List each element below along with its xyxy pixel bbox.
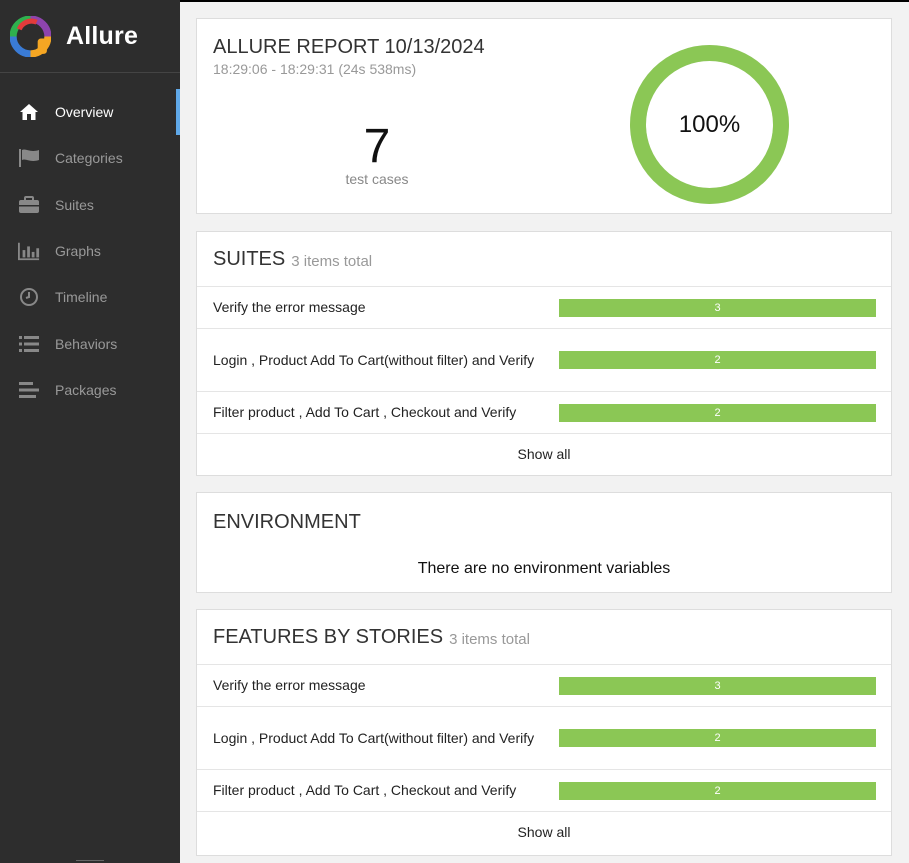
features-header: FEATURES BY STORIES 3 items total (197, 610, 891, 665)
main-content: ALLURE REPORT 10/13/2024 18:29:06 - 18:2… (180, 2, 909, 863)
features-widget: FEATURES BY STORIES 3 items total Verify… (196, 609, 892, 856)
features-title: FEATURES BY STORIES (213, 625, 444, 648)
suites-title: SUITES (213, 247, 286, 270)
sidebar-item-packages[interactable]: Packages (0, 367, 180, 413)
suites-count: 3 items total (291, 252, 373, 270)
clock-icon (18, 286, 40, 308)
sidebar-nav: Overview Categories Suites Graphs Timeli… (0, 89, 180, 413)
allure-logo-icon (10, 15, 51, 57)
sidebar-item-label: Graphs (55, 243, 101, 260)
pass-rate-percent: 100% (678, 110, 741, 138)
suite-row[interactable]: Login , Product Add To Cart(without filt… (197, 329, 891, 392)
feature-row[interactable]: Verify the error message 3 (197, 665, 891, 707)
sidebar-item-label: Suites (55, 196, 94, 213)
environment-title: ENVIRONMENT (213, 511, 361, 533)
home-icon (18, 101, 40, 123)
suite-status-bar: 2 (559, 403, 876, 422)
report-title: ALLURE REPORT 10/13/2024 (213, 36, 485, 58)
suite-name: Verify the error message (213, 299, 366, 315)
sidebar-item-label: Categories (55, 150, 123, 167)
sidebar-item-label: Overview (55, 104, 114, 121)
flag-icon (18, 147, 40, 169)
features-count: 3 items total (449, 630, 530, 648)
suites-widget: SUITES 3 items total Verify the error me… (196, 231, 892, 476)
feature-name: Login , Product Add To Cart(without filt… (213, 729, 535, 746)
list-icon (18, 333, 40, 355)
suite-row[interactable]: Verify the error message 3 (197, 287, 891, 329)
features-show-all-link[interactable]: Show all (197, 812, 891, 852)
sidebar-item-categories[interactable]: Categories (0, 135, 180, 181)
sidebar-item-label: Packages (55, 381, 117, 398)
suites-header: SUITES 3 items total (197, 232, 891, 287)
brand-name: Allure (66, 21, 139, 50)
feature-status-bar: 3 (559, 676, 876, 695)
sidebar-item-timeline[interactable]: Timeline (0, 274, 180, 320)
feature-name: Filter product , Add To Cart , Checkout … (213, 782, 517, 798)
sidebar-item-suites[interactable]: Suites (0, 182, 180, 228)
sidebar: Allure Overview Categories Suites Graphs (0, 0, 180, 863)
feature-row[interactable]: Filter product , Add To Cart , Checkout … (197, 770, 891, 812)
environment-empty-message: There are no environment variables (417, 560, 671, 577)
environment-widget: ENVIRONMENT There are no environment var… (196, 492, 892, 593)
feature-status-bar: 2 (559, 729, 876, 747)
sidebar-item-label: Behaviors (55, 335, 118, 352)
sidebar-item-label: Timeline (55, 289, 108, 306)
sidebar-item-behaviors[interactable]: Behaviors (0, 320, 180, 366)
suite-status-bar: 3 (559, 298, 876, 317)
suite-name: Login , Product Add To Cart(without filt… (213, 351, 535, 368)
feature-status-bar: 2 (559, 781, 876, 800)
bar-chart-icon (18, 240, 40, 262)
report-time: 18:29:06 - 18:29:31 (24s 538ms) (213, 61, 417, 77)
feature-row[interactable]: Login , Product Add To Cart(without filt… (197, 707, 891, 770)
brand[interactable]: Allure (0, 0, 180, 73)
feature-name: Verify the error message (213, 677, 366, 693)
align-left-icon (18, 379, 40, 401)
suite-row[interactable]: Filter product , Add To Cart , Checkout … (197, 392, 891, 434)
test-case-count: 7 (363, 120, 391, 173)
suite-name: Filter product , Add To Cart , Checkout … (213, 404, 517, 420)
suites-show-all-link[interactable]: Show all (197, 434, 891, 474)
sidebar-item-overview[interactable]: Overview (0, 89, 180, 136)
suite-status-bar: 2 (559, 351, 876, 369)
briefcase-icon (18, 194, 40, 216)
sidebar-item-graphs[interactable]: Graphs (0, 228, 180, 274)
test-case-count-label: test cases (345, 171, 409, 187)
summary-widget: ALLURE REPORT 10/13/2024 18:29:06 - 18:2… (196, 18, 892, 214)
